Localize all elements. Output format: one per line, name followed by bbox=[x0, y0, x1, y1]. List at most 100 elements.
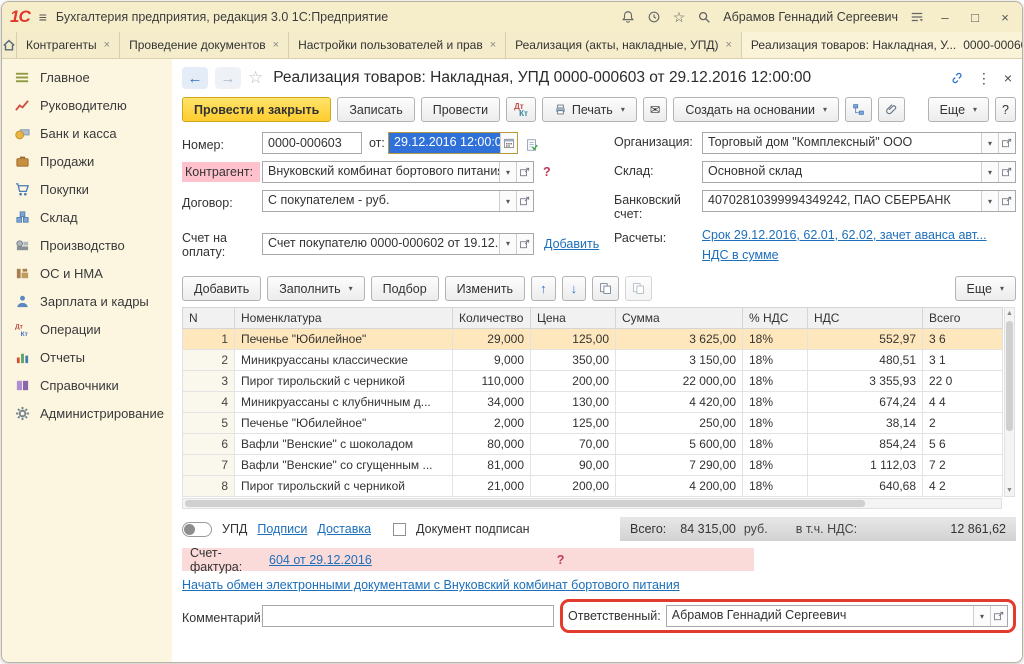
attachments-button[interactable] bbox=[878, 97, 905, 122]
document-signed-checkbox[interactable] bbox=[393, 523, 406, 536]
open-icon[interactable] bbox=[998, 133, 1015, 153]
home-tab[interactable] bbox=[2, 32, 17, 58]
calendar-icon[interactable] bbox=[500, 133, 517, 153]
column-header-quantity[interactable]: Количество bbox=[453, 308, 531, 329]
dtkt-button[interactable]: ДтКт bbox=[506, 97, 536, 122]
tab-document-posting[interactable]: Проведение документов× bbox=[120, 32, 289, 58]
sidebar-item-bank-cash[interactable]: Банк и касса bbox=[2, 119, 172, 147]
column-header-total[interactable]: Всего bbox=[923, 308, 1003, 329]
warehouse-field[interactable]: Основной склад ▾ bbox=[702, 161, 1016, 183]
dropdown-icon[interactable]: ▾ bbox=[499, 191, 516, 211]
sidebar-item-directories[interactable]: Справочники bbox=[2, 371, 172, 399]
current-user[interactable]: Абрамов Геннадий Сергеевич bbox=[723, 10, 898, 24]
column-header-vat[interactable]: НДС bbox=[808, 308, 923, 329]
back-button[interactable]: ← bbox=[182, 67, 208, 89]
open-icon[interactable] bbox=[998, 162, 1015, 182]
change-button[interactable]: Изменить bbox=[445, 276, 525, 301]
date-field[interactable]: 29.12.2016 12:00:00 bbox=[388, 132, 518, 154]
table-row[interactable]: 5Печенье "Юбилейное"2,000125,00250,0018%… bbox=[183, 413, 1003, 434]
maximize-button[interactable]: □ bbox=[966, 10, 984, 25]
dropdown-icon[interactable]: ▾ bbox=[499, 234, 516, 254]
comment-input[interactable] bbox=[262, 605, 554, 627]
table-row[interactable]: 3Пирог тирольский с черникой110,000200,0… bbox=[183, 371, 1003, 392]
signatures-link[interactable]: Подписи bbox=[257, 522, 307, 536]
open-icon[interactable] bbox=[998, 191, 1015, 211]
upd-toggle[interactable] bbox=[182, 522, 212, 537]
more-menu-icon[interactable]: ⋮ bbox=[977, 70, 991, 87]
tab-sales-document[interactable]: Реализация товаров: Накладная, У...0000-… bbox=[742, 32, 1023, 58]
sidebar-item-sales[interactable]: Продажи bbox=[2, 147, 172, 175]
service-menu-icon[interactable] bbox=[910, 10, 924, 24]
column-header-sum[interactable]: Сумма bbox=[616, 308, 743, 329]
tab-close-icon[interactable]: × bbox=[725, 39, 731, 51]
tab-counterparties[interactable]: Контрагенты× bbox=[17, 32, 120, 58]
favorites-icon[interactable]: ☆ bbox=[673, 9, 686, 26]
forward-button[interactable]: → bbox=[215, 67, 241, 89]
more-button[interactable]: Еще▾ bbox=[928, 97, 989, 122]
table-row[interactable]: 1Печенье "Юбилейное"29,000125,003 625,00… bbox=[183, 329, 1003, 350]
horizontal-scrollbar[interactable] bbox=[182, 498, 1002, 509]
open-icon[interactable] bbox=[990, 606, 1007, 626]
minimize-button[interactable]: – bbox=[936, 10, 954, 25]
scrollbar-thumb[interactable] bbox=[1006, 321, 1013, 431]
factura-help-link[interactable]: ? bbox=[557, 553, 565, 567]
edi-exchange-link[interactable]: Начать обмен электронными документами с … bbox=[182, 578, 680, 592]
dropdown-icon[interactable]: ▾ bbox=[981, 191, 998, 211]
open-icon[interactable] bbox=[516, 234, 533, 254]
pick-button[interactable]: Подбор bbox=[371, 276, 439, 301]
column-header-price[interactable]: Цена bbox=[531, 308, 616, 329]
dropdown-icon[interactable]: ▾ bbox=[981, 133, 998, 153]
main-menu-icon[interactable]: ≡ bbox=[39, 9, 47, 25]
table-row[interactable]: 2Миникруассаны классические9,000350,003 … bbox=[183, 350, 1003, 371]
delivery-link[interactable]: Доставка bbox=[317, 522, 371, 536]
table-row[interactable]: 7Вафли "Венские" со сгущенным ...81,0009… bbox=[183, 455, 1003, 476]
column-header-nomenclature[interactable]: Номенклатура bbox=[235, 308, 453, 329]
create-based-on-button[interactable]: Создать на основании▾ bbox=[673, 97, 839, 122]
sidebar-item-main[interactable]: Главное bbox=[2, 63, 172, 91]
items-more-button[interactable]: Еще▾ bbox=[955, 276, 1016, 301]
contract-field[interactable]: С покупателем - руб. ▾ bbox=[262, 190, 534, 212]
bank-account-field[interactable]: 40702810399994349242, ПАО СБЕРБАНК ▾ bbox=[702, 190, 1016, 212]
payment-invoice-field[interactable]: Счет покупателю 0000-000602 от 19.12.201… bbox=[262, 233, 534, 255]
sidebar-item-purchases[interactable]: Покупки bbox=[2, 175, 172, 203]
counterparty-field[interactable]: Внуковский комбинат бортового питания ▾ bbox=[262, 161, 534, 183]
settlements-link[interactable]: Срок 29.12.2016, 62.01, 62.02, зачет ава… bbox=[702, 228, 987, 242]
factura-link[interactable]: 604 от 29.12.2016 bbox=[269, 553, 372, 567]
open-icon[interactable] bbox=[516, 191, 533, 211]
sidebar-item-warehouse[interactable]: Склад bbox=[2, 203, 172, 231]
scroll-up-icon[interactable]: ▲ bbox=[1006, 308, 1013, 319]
sidebar-item-production[interactable]: Производство bbox=[2, 231, 172, 259]
dropdown-icon[interactable]: ▾ bbox=[499, 162, 516, 182]
related-documents-button[interactable] bbox=[845, 97, 872, 122]
favorite-star-icon[interactable]: ☆ bbox=[248, 68, 263, 88]
post-button[interactable]: Провести bbox=[421, 97, 500, 122]
sidebar-item-operations[interactable]: Операции bbox=[2, 315, 172, 343]
close-button[interactable]: × bbox=[996, 10, 1014, 25]
save-button[interactable]: Записать bbox=[337, 97, 414, 122]
sidebar-item-manager[interactable]: Руководителю bbox=[2, 91, 172, 119]
send-email-button[interactable]: ✉ bbox=[643, 97, 667, 122]
open-icon[interactable] bbox=[516, 162, 533, 182]
dropdown-icon[interactable]: ▾ bbox=[973, 606, 990, 626]
tab-user-settings[interactable]: Настройки пользователей и прав× bbox=[289, 32, 506, 58]
move-down-button[interactable]: ↓ bbox=[562, 276, 587, 301]
table-row[interactable]: 8Пирог тирольский с черникой21,000200,00… bbox=[183, 476, 1003, 497]
scrollbar-thumb[interactable] bbox=[185, 500, 865, 507]
table-row[interactable]: 4Миникруассаны с клубничным д...34,00013… bbox=[183, 392, 1003, 413]
close-form-icon[interactable]: × bbox=[1004, 70, 1012, 86]
search-icon[interactable] bbox=[697, 10, 711, 24]
get-link-icon[interactable] bbox=[950, 71, 964, 85]
column-header-n[interactable]: N bbox=[183, 308, 235, 329]
table-row[interactable]: 6Вафли "Венские" с шоколадом80,00070,005… bbox=[183, 434, 1003, 455]
counterparty-help-link[interactable]: ? bbox=[543, 165, 551, 179]
organization-field[interactable]: Торговый дом "Комплексный" ООО ▾ bbox=[702, 132, 1016, 154]
sidebar-item-salary-hr[interactable]: Зарплата и кадры bbox=[2, 287, 172, 315]
column-header-vat-pct[interactable]: % НДС bbox=[743, 308, 808, 329]
dropdown-icon[interactable]: ▾ bbox=[981, 162, 998, 182]
sidebar-item-administration[interactable]: Администрирование bbox=[2, 399, 172, 427]
tab-close-icon[interactable]: × bbox=[273, 39, 279, 51]
tab-close-icon[interactable]: × bbox=[104, 39, 110, 51]
tab-close-icon[interactable]: × bbox=[490, 39, 496, 51]
sidebar-item-fixed-assets[interactable]: ОС и НМА bbox=[2, 259, 172, 287]
tab-sales-list[interactable]: Реализация (акты, накладные, УПД)× bbox=[506, 32, 742, 58]
